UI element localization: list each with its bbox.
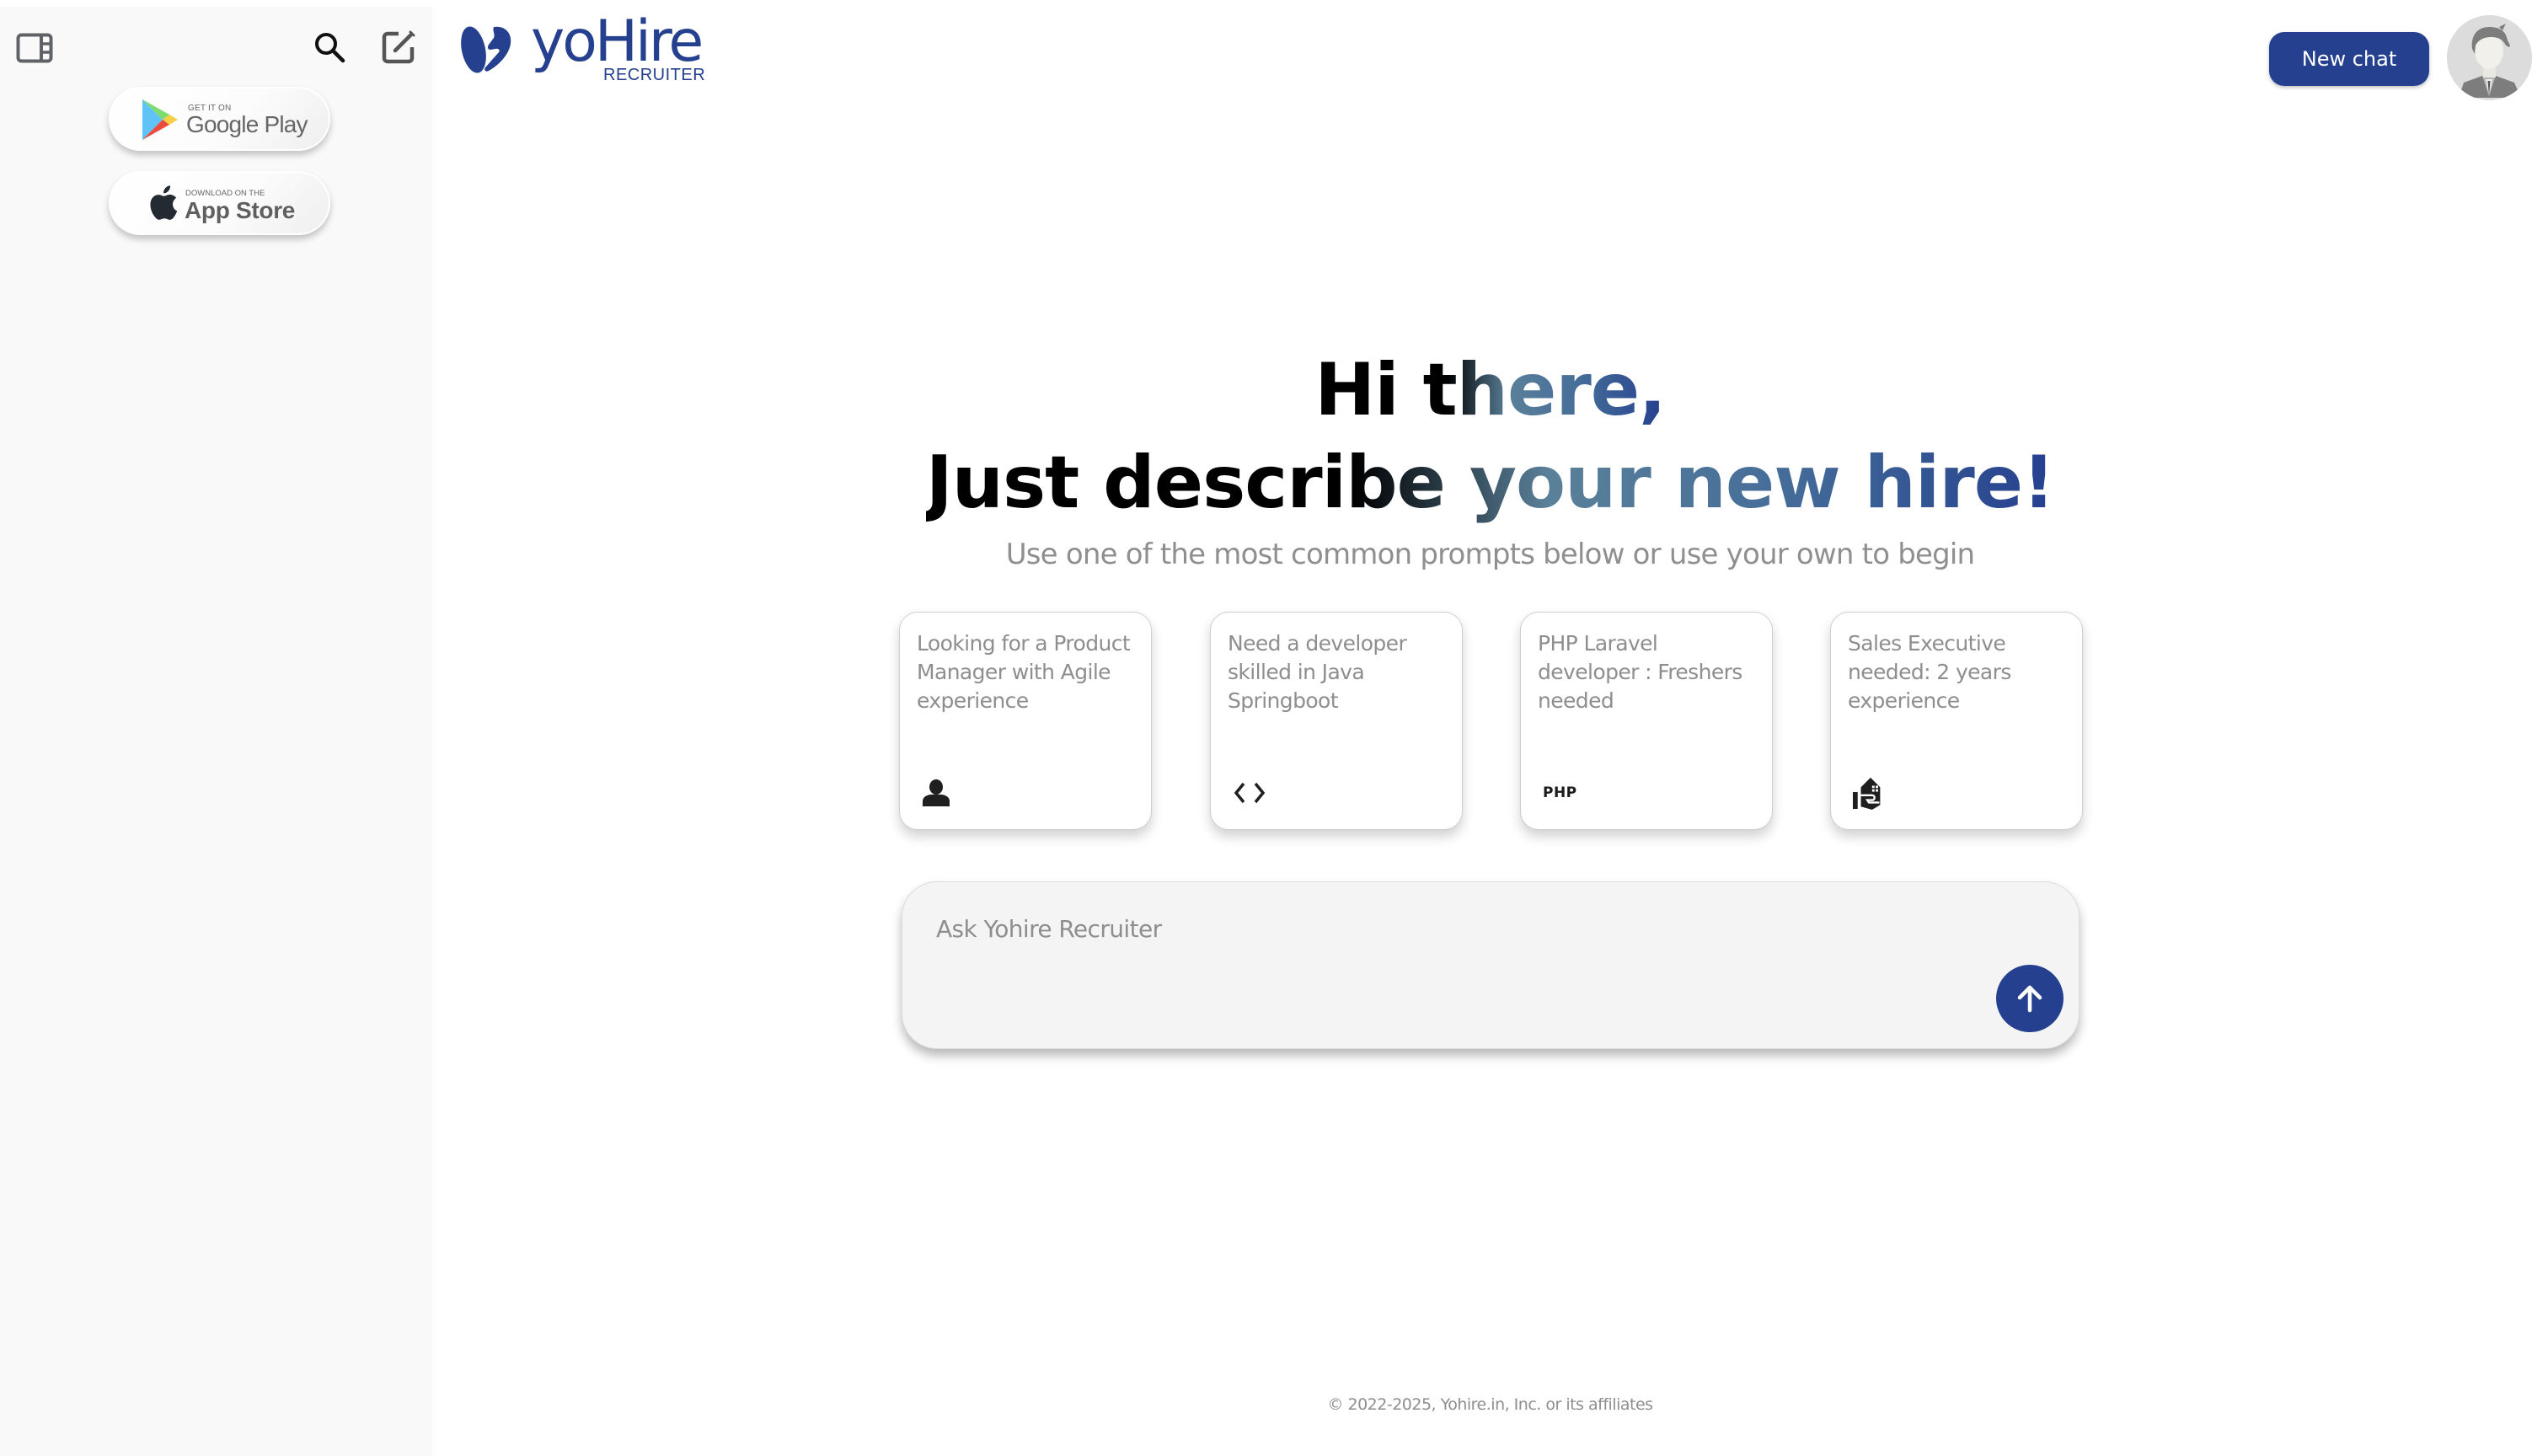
- user-avatar[interactable]: [2447, 15, 2532, 100]
- search-icon: [315, 33, 345, 63]
- app-store-label: App Store: [185, 197, 296, 223]
- hero-subtitle: Use one of the most common prompts below…: [1005, 538, 1975, 571]
- person-icon: [922, 776, 956, 810]
- app-store-button[interactable]: DOWNLOAD ON THE App Store: [109, 171, 330, 235]
- send-button[interactable]: [1996, 965, 2064, 1032]
- prompt-card-sales-executive[interactable]: Sales Executive needed: 2 years experien…: [1830, 612, 2083, 830]
- prompt-card-product-manager[interactable]: Looking for a Product Manager with Agile…: [899, 612, 1152, 830]
- new-chat-button[interactable]: New chat: [2269, 32, 2429, 86]
- apple-icon: [146, 184, 179, 222]
- sidebar: GET IT ON Google Play DOWNLOAD ON THE Ap…: [0, 7, 432, 1456]
- yohire-logo-mark-icon: [461, 26, 511, 73]
- brand-logo[interactable]: yoHire RECRUITER: [460, 8, 706, 88]
- chat-composer: [902, 881, 2080, 1049]
- headline-heading: Just describe your new hire!: [926, 436, 2056, 529]
- php-icon-text: PHP: [1543, 784, 1577, 801]
- php-icon: PHP: [1543, 776, 1576, 810]
- prompt-card-text: PHP Laravel developer : Freshers needed: [1538, 631, 1742, 713]
- prompt-card-text: Looking for a Product Manager with Agile…: [917, 631, 1131, 713]
- hand-house-icon: [1853, 776, 1887, 810]
- search-button[interactable]: [310, 29, 349, 66]
- arrow-up-icon: [2017, 985, 2042, 1013]
- code-icon: [1233, 776, 1266, 810]
- footer-copyright: © 2022-2025, Yohire.in, Inc. or its affi…: [1327, 1395, 1653, 1414]
- prompt-card-text: Need a developer skilled in Java Springb…: [1228, 631, 1407, 713]
- ask-input[interactable]: [936, 907, 1947, 950]
- greeting-heading: Hi there,: [1314, 344, 1666, 436]
- compose-button[interactable]: [379, 29, 418, 66]
- google-play-button[interactable]: GET IT ON Google Play: [109, 87, 330, 151]
- sidebar-panel-icon: [16, 33, 53, 63]
- google-play-icon: [141, 99, 179, 140]
- toggle-sidebar-button[interactable]: [13, 30, 56, 66]
- prompt-card-java-developer[interactable]: Need a developer skilled in Java Springb…: [1210, 612, 1463, 830]
- user-avatar-icon: [2447, 15, 2532, 100]
- prompt-card-php-laravel[interactable]: PHP Laravel developer : Freshers needed …: [1520, 612, 1773, 830]
- prompt-card-text: Sales Executive needed: 2 years experien…: [1848, 631, 2011, 713]
- greeting-line: Hi there,: [432, 344, 2548, 436]
- headline-line: Just describe your new hire!: [432, 436, 2548, 529]
- google-play-label: Google Play: [186, 111, 308, 137]
- brand-subtitle: RECRUITER: [603, 66, 706, 84]
- edit-icon: [382, 30, 415, 64]
